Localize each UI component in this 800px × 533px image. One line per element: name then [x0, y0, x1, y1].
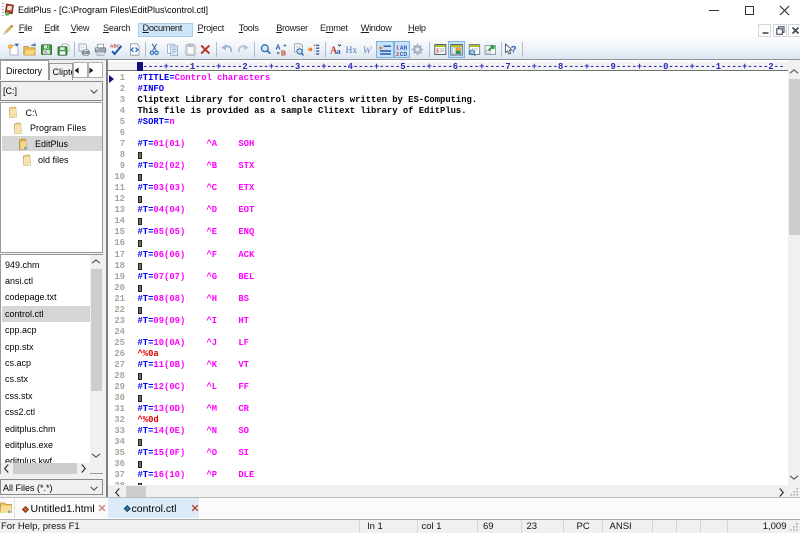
svg-text:B: B [281, 50, 286, 56]
svg-text:A: A [276, 44, 281, 51]
svg-text:?: ? [511, 45, 517, 56]
svg-text:1: 1 [396, 45, 399, 51]
svg-text:CD: CD [399, 52, 407, 57]
svg-text:AB: AB [399, 45, 407, 51]
svg-text:a: a [336, 46, 341, 56]
svg-text:Hx: Hx [345, 46, 357, 56]
svg-text:2: 2 [396, 52, 399, 57]
svg-text:W: W [362, 45, 372, 57]
